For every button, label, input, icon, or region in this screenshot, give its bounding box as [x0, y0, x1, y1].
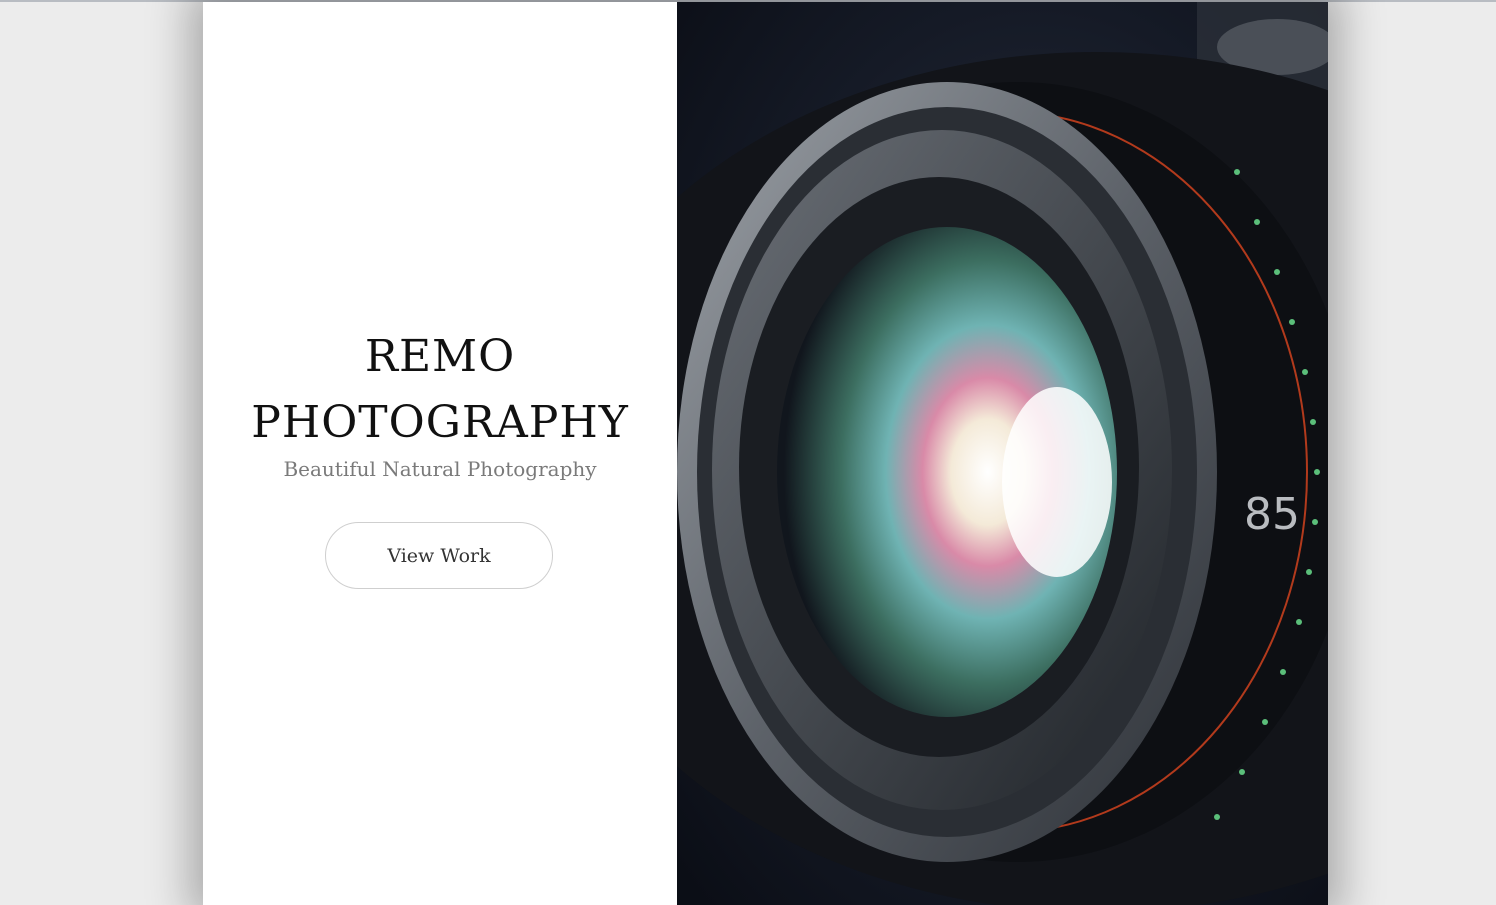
- hero-title-block: REMO PHOTOGRAPHY Beautiful Natural Photo…: [203, 324, 677, 482]
- lens-highlight: [1002, 387, 1112, 577]
- site-title: REMO PHOTOGRAPHY: [203, 324, 677, 456]
- hero-text-panel: REMO PHOTOGRAPHY Beautiful Natural Photo…: [203, 2, 677, 905]
- camera-lens-illustration: 85: [677, 2, 1328, 905]
- site-title-line-2: PHOTOGRAPHY: [251, 397, 629, 448]
- site-tagline: Beautiful Natural Photography: [283, 457, 597, 481]
- view-work-button[interactable]: View Work: [325, 522, 553, 589]
- camera-lens-photo: 85: [677, 2, 1328, 905]
- site-title-line-1: REMO: [364, 331, 516, 382]
- lens-focal-length-label: 85: [1244, 489, 1300, 540]
- landing-page: REMO PHOTOGRAPHY Beautiful Natural Photo…: [203, 2, 1328, 905]
